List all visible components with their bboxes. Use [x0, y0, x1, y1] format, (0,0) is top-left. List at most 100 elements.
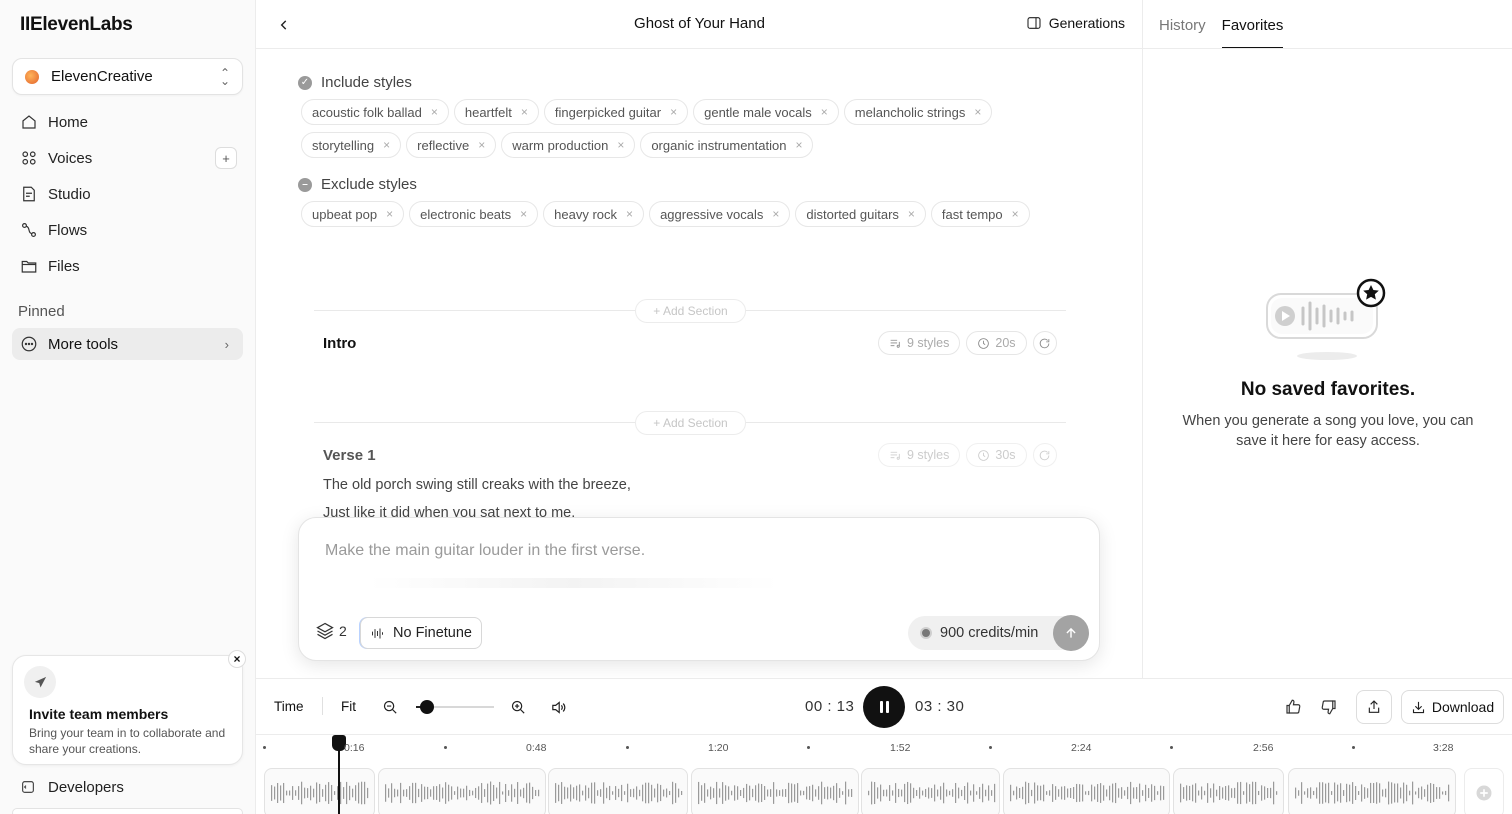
style-tag[interactable]: acoustic folk ballad ×: [301, 99, 449, 125]
waveform-bar: [1189, 785, 1191, 801]
elevenlabs-logo[interactable]: IIElevenLabs: [20, 14, 133, 36]
remove-tag-icon[interactable]: ×: [520, 207, 527, 221]
remove-tag-icon[interactable]: ×: [521, 105, 528, 119]
waveform-clip[interactable]: [378, 768, 546, 814]
exclude-styles-heading[interactable]: – Exclude styles: [298, 176, 417, 193]
waveform-clip[interactable]: [861, 768, 1000, 814]
workspace-switcher[interactable]: ElevenCreative ⌃ ⌄: [12, 58, 243, 95]
generations-button[interactable]: Generations: [1026, 15, 1125, 31]
style-tag[interactable]: upbeat pop ×: [301, 201, 405, 227]
style-tag[interactable]: storytelling ×: [301, 132, 402, 158]
remove-tag-icon[interactable]: ×: [386, 207, 393, 221]
prompt-input[interactable]: Make the main guitar louder in the first…: [325, 542, 645, 560]
style-tag[interactable]: heartfelt ×: [453, 99, 539, 125]
waveform-bar: [1082, 784, 1084, 802]
style-tag[interactable]: electronic beats ×: [409, 201, 539, 227]
regenerate-section-button[interactable]: [1032, 443, 1057, 467]
waveform-bar: [836, 783, 838, 803]
duration-pill[interactable]: 20s: [966, 331, 1027, 355]
style-tag[interactable]: gentle male vocals ×: [693, 99, 839, 125]
remove-tag-icon[interactable]: ×: [974, 105, 981, 119]
waveform-bar: [657, 783, 659, 803]
invite-card[interactable]: × Invite team members Bring your team in…: [12, 650, 246, 765]
styles-pill[interactable]: 9 styles: [878, 443, 961, 467]
layers-button[interactable]: 2: [315, 621, 347, 641]
style-tag[interactable]: organic instrumentation ×: [640, 132, 814, 158]
waveform-bar: [1019, 787, 1021, 799]
zoom-out-button[interactable]: [380, 697, 400, 717]
send-button[interactable]: [1053, 615, 1089, 651]
waveform-bar: [1067, 788, 1069, 798]
sidebar-item-label: Flows: [48, 221, 88, 239]
waveform-clip[interactable]: [691, 768, 859, 814]
remove-tag-icon[interactable]: ×: [908, 207, 915, 221]
remove-tag-icon[interactable]: ×: [821, 105, 828, 119]
waveform-bar: [642, 784, 644, 802]
style-tag[interactable]: warm production ×: [501, 132, 636, 158]
thumbs-up-button[interactable]: [1282, 696, 1304, 718]
song-title[interactable]: Ghost of Your Hand: [256, 15, 1143, 32]
style-tag[interactable]: heavy rock ×: [543, 201, 645, 227]
add-section-button[interactable]: + Add Section: [635, 299, 746, 323]
remove-tag-icon[interactable]: ×: [670, 105, 677, 119]
account-menu[interactable]: [12, 808, 243, 814]
waveform-bar: [1264, 786, 1266, 800]
zoom-in-button[interactable]: [508, 697, 528, 717]
sidebar-item-studio[interactable]: Studio: [12, 176, 243, 212]
include-styles-heading[interactable]: ✓ Include styles: [298, 74, 412, 91]
add-section-button[interactable]: + Add Section: [635, 411, 746, 435]
add-voice-button[interactable]: +: [215, 147, 237, 169]
waveform-clip[interactable]: [1173, 768, 1284, 814]
remove-tag-icon[interactable]: ×: [383, 138, 390, 152]
remove-tag-icon[interactable]: ×: [431, 105, 438, 119]
waveform: [868, 781, 996, 805]
waveform-bar: [1358, 791, 1360, 795]
waveform-bar: [555, 783, 557, 803]
style-tag[interactable]: fingerpicked guitar ×: [543, 99, 689, 125]
sidebar-item-voices[interactable]: Voices +: [12, 140, 243, 176]
waveform-bar: [1216, 789, 1218, 797]
pause-button[interactable]: [863, 686, 905, 728]
remove-tag-icon[interactable]: ×: [478, 138, 485, 152]
duration-pill[interactable]: 30s: [966, 443, 1027, 467]
style-tag[interactable]: melancholic strings ×: [843, 99, 993, 125]
section-title-verse-1[interactable]: Verse 1: [323, 447, 376, 464]
tab-history[interactable]: History: [1159, 0, 1206, 49]
waveform-clip[interactable]: [1003, 768, 1170, 814]
time-view-button[interactable]: Time: [274, 699, 304, 714]
lyric-line[interactable]: The old porch swing still creaks with th…: [323, 477, 631, 493]
sidebar-item-more-tools[interactable]: More tools ›: [12, 328, 243, 360]
style-tag[interactable]: fast tempo ×: [930, 201, 1030, 227]
remove-tag-icon[interactable]: ×: [1012, 207, 1019, 221]
style-tag[interactable]: aggressive vocals ×: [649, 201, 791, 227]
zoom-slider-handle[interactable]: [419, 700, 434, 714]
finetune-button[interactable]: No Finetune: [360, 617, 482, 649]
sidebar-item-home[interactable]: Home: [12, 104, 243, 140]
volume-button[interactable]: [548, 697, 568, 717]
remove-tag-icon[interactable]: ×: [772, 207, 779, 221]
add-clip-button[interactable]: [1464, 768, 1504, 814]
waveform-clip[interactable]: [548, 768, 688, 814]
developers-icon: [22, 781, 34, 793]
style-tag[interactable]: reflective ×: [406, 132, 497, 158]
styles-pill[interactable]: 9 styles: [878, 331, 961, 355]
style-tag[interactable]: distorted guitars ×: [795, 201, 926, 227]
share-button[interactable]: [1356, 690, 1392, 724]
remove-tag-icon[interactable]: ×: [617, 138, 624, 152]
section-title-intro[interactable]: Intro: [323, 335, 356, 352]
fit-button[interactable]: Fit: [341, 699, 356, 714]
waveform-clip[interactable]: [264, 768, 375, 814]
sidebar-item-developers[interactable]: Developers: [12, 772, 243, 802]
download-button[interactable]: Download: [1401, 690, 1504, 724]
tab-favorites[interactable]: Favorites: [1221, 0, 1284, 49]
waveform-clip[interactable]: [1288, 768, 1456, 814]
regenerate-section-button[interactable]: [1032, 331, 1057, 355]
waveform-bar: [1340, 783, 1342, 803]
close-icon[interactable]: ×: [228, 650, 246, 668]
sidebar-item-files[interactable]: Files: [12, 248, 243, 284]
sidebar-item-flows[interactable]: Flows: [12, 212, 243, 248]
remove-tag-icon[interactable]: ×: [795, 138, 802, 152]
timeline[interactable]: 0:16 0:48 1:20 1:52 2:24 2:56 3:28: [256, 735, 1512, 814]
thumbs-down-button[interactable]: [1318, 696, 1340, 718]
remove-tag-icon[interactable]: ×: [626, 207, 633, 221]
